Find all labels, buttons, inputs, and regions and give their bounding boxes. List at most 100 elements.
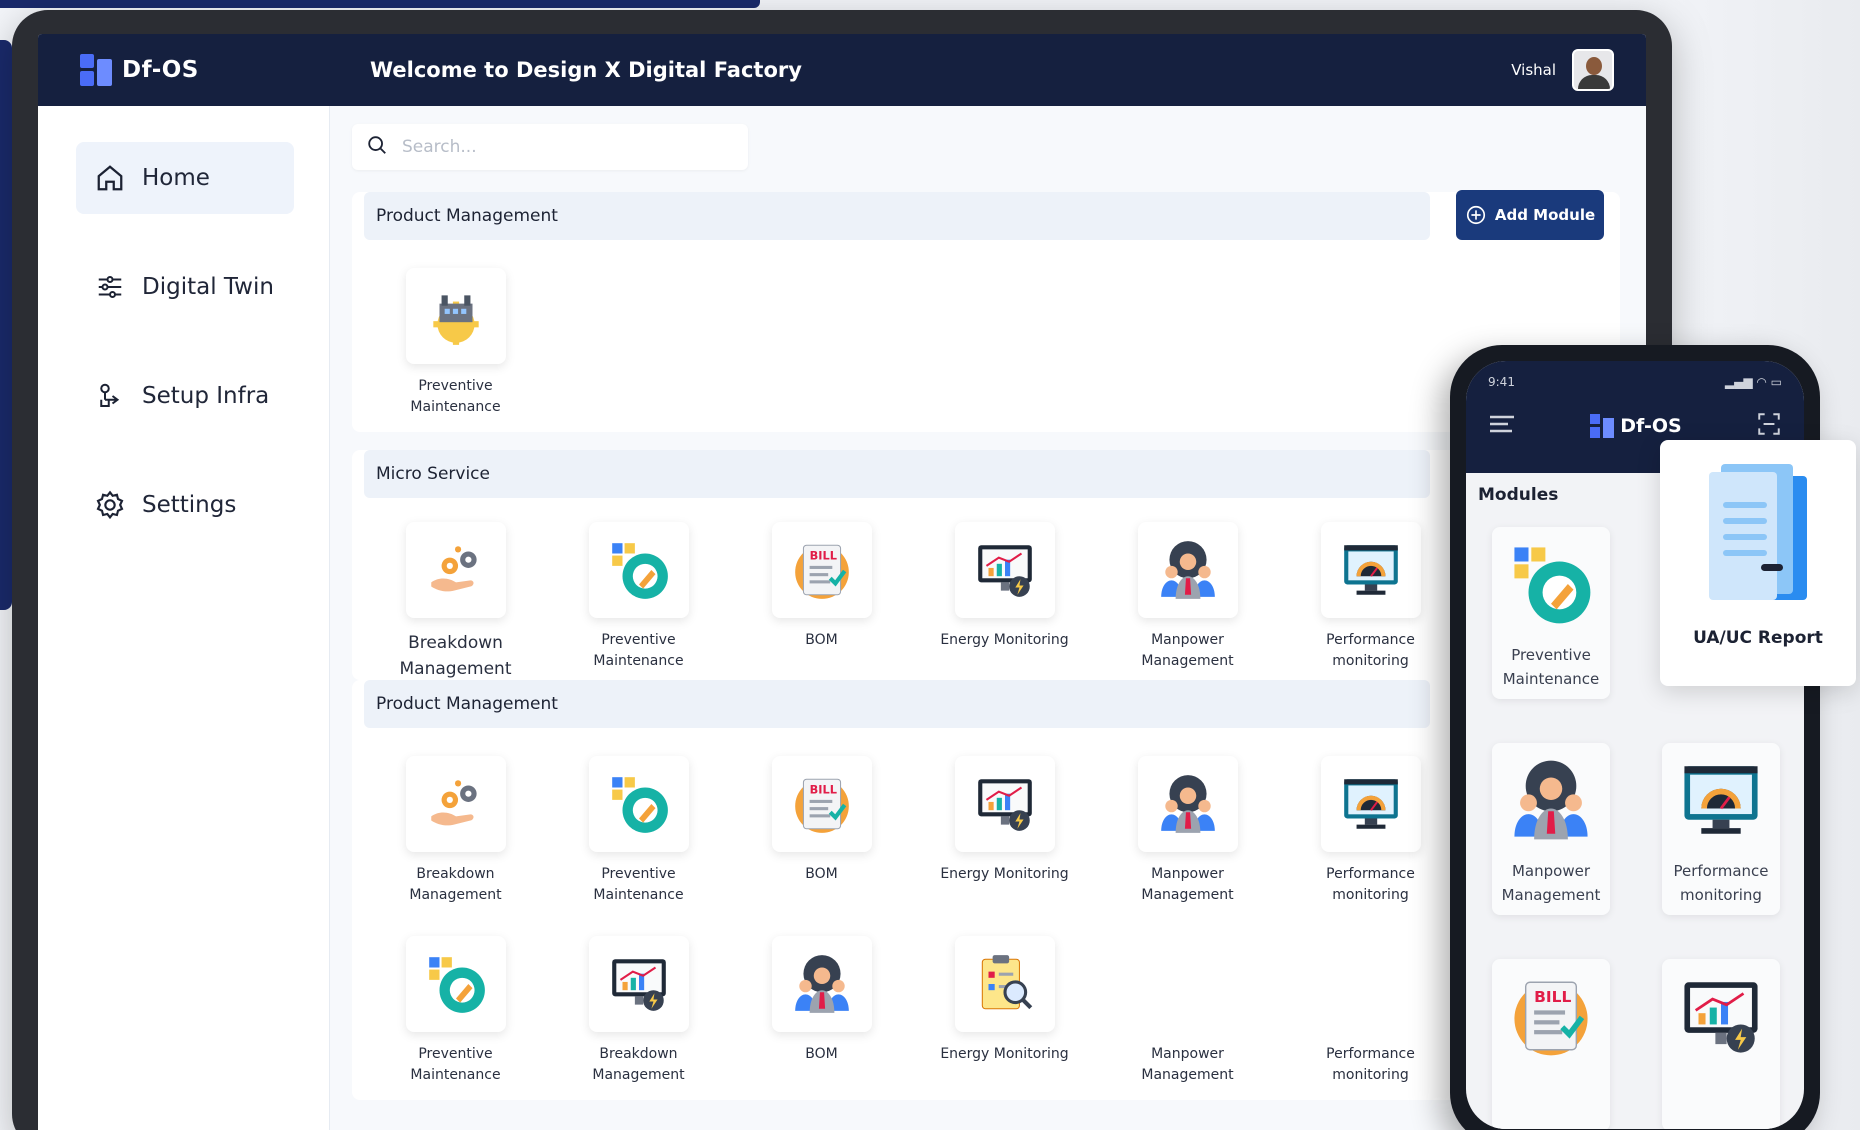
- phone-module-tile[interactable]: Manpower Management: [1466, 743, 1636, 915]
- sidebar-item-home[interactable]: Home: [76, 142, 294, 214]
- wrench-gear-icon: [405, 936, 506, 1032]
- module-label: Performance monitoring: [1326, 632, 1415, 669]
- wrench-gear-icon: [588, 756, 689, 852]
- top-bar: Df-OS Welcome to Design X Digital Factor…: [38, 34, 1646, 106]
- phone-module-label: Preventive Maintenance: [1502, 646, 1600, 688]
- energy-monitor-icon: [954, 522, 1055, 618]
- module-label: BOM: [805, 866, 838, 882]
- module-tile[interactable]: Performance monitoring: [1279, 522, 1462, 682]
- module-tile[interactable]: Preventive Maintenance: [547, 756, 730, 906]
- manpower-icon: [1506, 755, 1596, 849]
- home-icon: [94, 162, 126, 194]
- section-product-management-2: Product Management Breakdown Management P…: [352, 680, 1620, 1100]
- module-label: Breakdown Management: [409, 866, 502, 903]
- module-tile[interactable]: Preventive Maintenance: [364, 268, 547, 418]
- module-tile[interactable]: Manpower Management: [1096, 936, 1279, 1086]
- module-tile[interactable]: Performance monitoring: [1279, 936, 1462, 1086]
- module-tile[interactable]: Preventive Maintenance: [364, 936, 547, 1086]
- phone-time: 9:41: [1488, 375, 1515, 389]
- module-tile[interactable]: BILL BOM: [730, 756, 913, 906]
- module-tile[interactable]: Energy Monitoring: [913, 522, 1096, 682]
- sidebar-item-setup-infra[interactable]: Setup Infra: [76, 360, 294, 432]
- sidebar-item-label: Setup Infra: [142, 383, 270, 409]
- module-tile[interactable]: Manpower Management: [1096, 522, 1279, 682]
- manpower-icon: [1137, 756, 1238, 852]
- module-label: Preventive Maintenance: [410, 1046, 501, 1083]
- search-icon: [366, 134, 388, 160]
- module-tile[interactable]: Performance monitoring: [1279, 756, 1462, 906]
- phone-module-tile[interactable]: Performance monitoring: [1636, 743, 1804, 915]
- manpower-icon: [771, 936, 872, 1032]
- phone-module-tile[interactable]: [1636, 959, 1804, 1129]
- bill-icon: BILL: [771, 756, 872, 852]
- wrench-gear-icon: [588, 522, 689, 618]
- phone-status-bar: 9:41 ▂▄▆ ◠ ▭: [1488, 375, 1782, 389]
- sidebar-item-digital-twin[interactable]: Digital Twin: [76, 251, 294, 323]
- module-tile[interactable]: Breakdown Management: [364, 756, 547, 906]
- phone-module-tile[interactable]: Preventive Maintenance: [1466, 527, 1636, 699]
- avatar[interactable]: [1572, 49, 1614, 91]
- bill-icon: BILL: [1506, 971, 1596, 1065]
- sidebar-item-settings[interactable]: Settings: [76, 469, 294, 541]
- scan-icon[interactable]: [1756, 411, 1782, 441]
- module-tile[interactable]: Preventive Maintenance: [547, 522, 730, 682]
- module-label: BOM: [805, 1046, 838, 1062]
- wrench-gear-icon: [1506, 539, 1596, 633]
- background-accent-left: [0, 40, 12, 610]
- sliders-icon: [94, 271, 126, 303]
- network-icon: [94, 380, 126, 412]
- module-tile[interactable]: Breakdown Management: [364, 522, 547, 682]
- user-menu[interactable]: Vishal: [1511, 49, 1614, 91]
- sidebar-item-label: Settings: [142, 492, 237, 518]
- manpower-icon: [1137, 522, 1238, 618]
- factory-gear-icon: [432, 295, 479, 345]
- section-header: Product Management: [364, 680, 1430, 728]
- svg-text:BILL: BILL: [1534, 988, 1571, 1006]
- phone-module-box: Manpower Management: [1492, 743, 1610, 915]
- gauge-monitor-icon: [1320, 756, 1421, 852]
- phone-module-box: BILL: [1492, 959, 1610, 1129]
- app-logo[interactable]: Df-OS: [80, 54, 370, 86]
- phone-logo-text: Df-OS: [1620, 415, 1682, 437]
- gauge-monitor-icon: [1320, 522, 1421, 618]
- module-label: Breakdown Management: [399, 633, 512, 679]
- add-module-button[interactable]: Add Module: [1456, 190, 1604, 240]
- page-title: Welcome to Design X Digital Factory: [370, 58, 802, 82]
- module-label: Energy Monitoring: [940, 632, 1069, 648]
- document-icon: [1709, 464, 1807, 600]
- menu-icon[interactable]: [1488, 413, 1516, 439]
- module-label: Preventive Maintenance: [593, 632, 684, 669]
- section-product-management: Product Management Add Module Preventive…: [352, 190, 1620, 432]
- phone-module-label: Manpower Management: [1501, 862, 1601, 904]
- gauge-monitor-icon: [1676, 755, 1766, 849]
- module-tile[interactable]: Energy Monitoring: [913, 936, 1096, 1086]
- module-label: Energy Monitoring: [940, 1046, 1069, 1062]
- module-tile[interactable]: Energy Monitoring: [913, 756, 1096, 906]
- phone-module-box: Preventive Maintenance: [1492, 527, 1610, 699]
- ua-uc-report-card[interactable]: UA/UC Report: [1660, 440, 1856, 686]
- energy-monitor-icon: [954, 756, 1055, 852]
- phone-module-tile[interactable]: BILL: [1466, 959, 1636, 1129]
- background-accent: [0, 0, 760, 8]
- module-label: Breakdown Management: [592, 1046, 685, 1083]
- energy-monitor-icon: [1676, 971, 1766, 1065]
- module-label: BOM: [805, 632, 838, 648]
- module-tile[interactable]: BILL BOM: [730, 522, 913, 682]
- logo-icon: [1590, 414, 1615, 438]
- phone-module-label: Performance monitoring: [1673, 862, 1769, 904]
- signal-wifi-battery-icon: ▂▄▆ ◠ ▭: [1724, 375, 1782, 389]
- module-tile[interactable]: Breakdown Management: [547, 936, 730, 1086]
- module-label: Manpower Management: [1141, 632, 1234, 669]
- module-label: Preventive Maintenance: [410, 378, 501, 415]
- plus-circle-icon: [1466, 205, 1485, 225]
- svg-text:BILL: BILL: [809, 549, 836, 563]
- module-tile[interactable]: Manpower Management: [1096, 756, 1279, 906]
- gear-icon: [94, 489, 126, 521]
- sidebar-item-label: Digital Twin: [142, 274, 274, 300]
- search-box[interactable]: [352, 124, 748, 170]
- bill-icon: BILL: [771, 522, 872, 618]
- module-tile[interactable]: BOM: [730, 936, 913, 1086]
- section-header: Product Management: [364, 192, 1430, 240]
- phone-logo: Df-OS: [1590, 414, 1682, 438]
- search-input[interactable]: [402, 137, 722, 157]
